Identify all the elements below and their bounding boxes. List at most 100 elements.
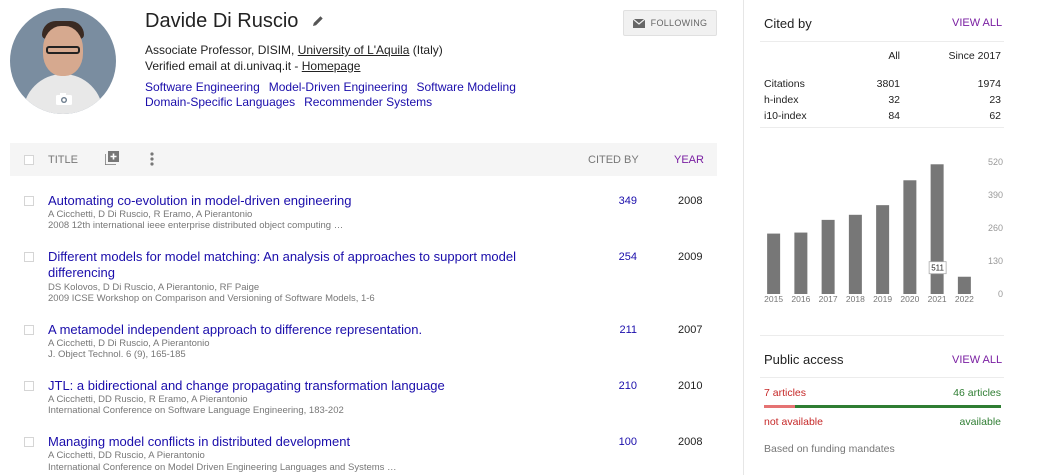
avatar-glasses [46,46,80,54]
chart-bar-2020[interactable] [903,180,917,294]
sort-by-title[interactable]: TITLE [48,154,78,166]
x-tick-label: 2015 [764,294,783,304]
stat-since: 23 [989,94,1001,106]
row-checkbox[interactable] [24,196,34,206]
stat-label: h-index [764,94,799,106]
affiliation-link[interactable]: University of L'Aquila [298,43,410,57]
article-authors: DS Kolovos, D Di Ruscio, A Pierantonio, … [48,282,260,293]
stats-col-since: Since 2017 [948,50,1001,62]
stat-since: 62 [989,110,1001,122]
chart-bar-2015[interactable] [767,233,781,294]
article-venue: International Conference on Software Lan… [48,405,344,416]
chart-bar-2016[interactable] [794,232,808,294]
stats-row: i10-index 84 62 [764,110,1001,126]
divider [760,127,1004,128]
following-button[interactable]: FOLLOWING [623,10,717,36]
public-access-bar [764,405,1001,408]
stats-col-all: All [888,50,900,62]
row-checkbox[interactable] [24,252,34,262]
chart-bar-2018[interactable] [848,214,862,294]
sort-by-cited[interactable]: CITED BY [588,154,639,166]
stat-label: Citations [764,78,805,90]
article-year: 2008 [678,436,703,448]
select-all-checkbox[interactable] [24,155,34,165]
cited-by-title: Cited by [764,16,812,31]
cited-by-count[interactable]: 254 [613,251,637,263]
funding-mandates-note: Based on funding mandates [764,443,895,455]
stat-all: 32 [888,94,900,106]
homepage-link[interactable]: Homepage [302,59,361,73]
articles-table-header: TITLE CITED BY YEAR [10,143,717,176]
article-title[interactable]: Different models for model matching: An … [48,249,548,281]
camera-icon[interactable] [55,92,73,106]
interest-link[interactable]: Software Engineering [145,80,260,95]
following-label: FOLLOWING [650,18,708,28]
x-tick-label: 2019 [873,294,892,304]
stat-since: 1974 [977,78,1001,90]
article-title[interactable]: Managing model conflicts in distributed … [48,434,548,450]
article-venue: International Conference on Model Driven… [48,462,397,473]
article-venue: 2009 ICSE Workshop on Comparison and Ver… [48,293,375,304]
article-year: 2009 [678,251,703,263]
divider [760,335,1004,336]
stats-row: h-index 32 23 [764,94,1001,110]
not-available-count-link[interactable]: 7 articles [764,387,806,399]
article-authors: A Cicchetti, DD Ruscio, A Pierantonio [48,450,205,461]
divider [760,377,1004,378]
article-authors: A Cicchetti, DD Ruscio, R Eramo, A Piera… [48,394,248,405]
chart-tooltip: 511 [928,261,947,275]
y-tick-label: 260 [988,223,1003,233]
available-label: available [959,416,1001,428]
sort-by-year[interactable]: YEAR [674,154,704,166]
chart-bar-2017[interactable] [821,219,835,294]
article-venue: J. Object Technol. 6 (9), 165-185 [48,349,186,360]
article-year: 2007 [678,324,703,336]
chart-bar-2022[interactable] [957,276,971,294]
interest-link[interactable]: Model-Driven Engineering [269,80,408,95]
article-title[interactable]: JTL: a bidirectional and change propagat… [48,378,548,394]
citations-per-year-chart: 2015 2016 2017 2018 2019 2020 2021 2022 520 390 26… [764,157,1003,304]
cited-by-view-all-link[interactable]: VIEW ALL [952,17,1002,29]
interest-link[interactable]: Software Modeling [417,80,516,95]
cited-by-count[interactable]: 349 [613,195,637,207]
pencil-icon[interactable] [312,15,324,27]
chart-bar-2019[interactable] [876,205,890,294]
profile-name: Davide Di Ruscio [145,10,299,32]
citation-stats-table: All Since 2017 Citations 3801 1974 h-ind… [764,50,1001,126]
row-checkbox[interactable] [24,325,34,335]
row-checkbox[interactable] [24,437,34,447]
add-box-icon[interactable] [105,151,119,165]
y-tick-label: 520 [988,157,1003,167]
x-tick-label: 2022 [955,294,974,304]
panel-divider [743,0,744,475]
available-count-link[interactable]: 46 articles [920,387,1001,399]
interest-link[interactable]: Recommender Systems [304,95,432,110]
verified-email: Verified email at di.univaq.it - Homepag… [145,59,361,73]
y-tick-label: 390 [988,190,1003,200]
stats-header-row: All Since 2017 [764,50,1001,78]
x-tick-label: 2021 [928,294,947,304]
article-authors: A Cicchetti, D Di Ruscio, A Pierantonio [48,338,210,349]
interest-link[interactable]: Domain-Specific Languages [145,95,295,110]
cited-by-count[interactable]: 210 [613,380,637,392]
row-checkbox[interactable] [24,381,34,391]
cited-by-count[interactable]: 100 [613,436,637,448]
article-title[interactable]: Automating co-evolution in model-driven … [48,193,548,209]
x-tick-label: 2016 [791,294,810,304]
stat-all: 3801 [876,78,900,90]
article-title[interactable]: A metamodel independent approach to diff… [48,322,548,338]
not-available-label: not available [764,416,823,428]
y-tick-label: 0 [998,289,1003,299]
article-year: 2008 [678,195,703,207]
x-tick-label: 2018 [846,294,865,304]
chart-bar-2021[interactable] [930,164,944,294]
stat-all: 84 [888,110,900,122]
article-authors: A Cicchetti, D Di Ruscio, R Eramo, A Pie… [48,209,253,220]
public-access-title: Public access [764,352,844,367]
more-vert-icon[interactable] [150,151,154,167]
stats-row: Citations 3801 1974 [764,78,1001,94]
divider [760,41,1004,42]
cited-by-count[interactable]: 211 [613,324,637,336]
public-access-view-all-link[interactable]: VIEW ALL [952,354,1002,366]
article-venue: 2008 12th international ieee enterprise … [48,220,344,231]
